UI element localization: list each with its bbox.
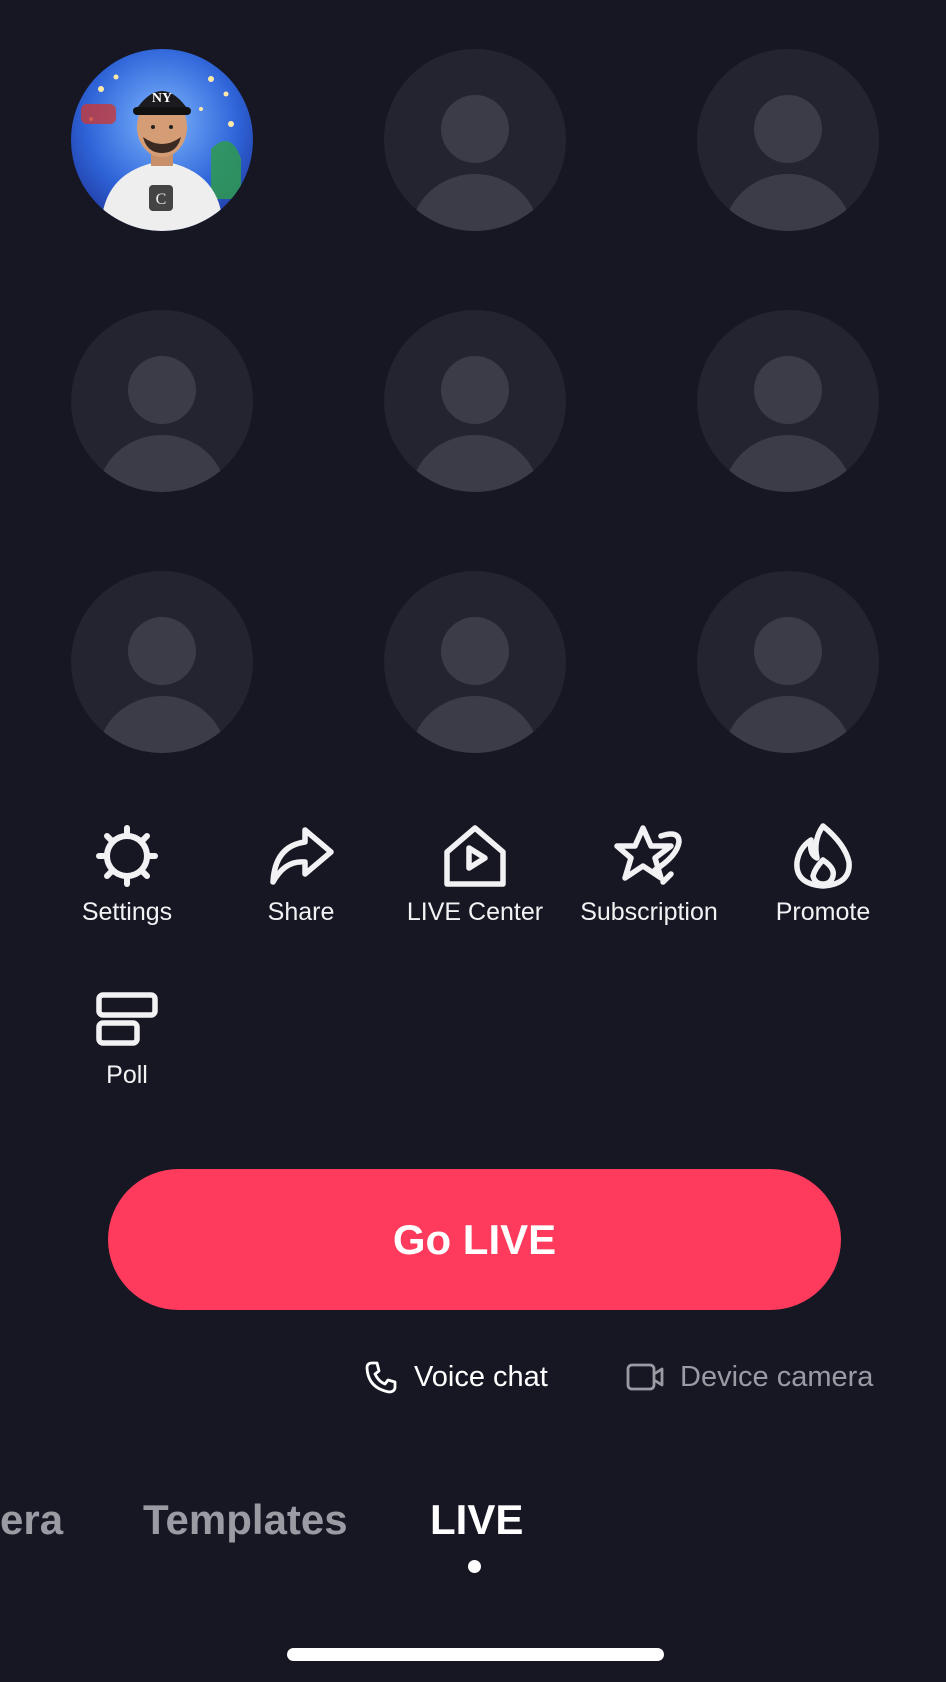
subscription-button[interactable]: Subscription [559,820,739,927]
gear-icon [96,825,158,887]
live-center-house-icon [444,825,506,887]
flame-icon [794,823,852,889]
go-live-button[interactable]: Go LIVE [108,1169,841,1310]
active-tab-indicator [468,1560,481,1573]
share-arrow-icon [270,827,334,885]
video-camera-icon [626,1363,664,1391]
device-camera-label: Device camera [680,1360,874,1393]
poll-label: Poll [106,1061,148,1089]
svg-text:NY: NY [152,91,172,106]
star-icon [614,825,682,885]
promote-label: Promote [775,898,871,926]
poll-button[interactable]: Poll [37,983,217,1090]
phone-icon [365,1361,397,1394]
host-avatar[interactable]: C NY [71,49,253,231]
empty-guest-slot[interactable] [697,310,879,492]
share-button[interactable]: Share [211,820,391,927]
live-center-button[interactable]: LIVE Center [385,820,565,927]
empty-guest-slot[interactable] [384,571,566,753]
device-camera-option[interactable]: Device camera [626,1352,873,1402]
empty-guest-slot[interactable] [384,310,566,492]
tab-templates[interactable]: Templates [143,1490,348,1550]
tab-live[interactable]: LIVE [430,1490,523,1550]
settings-button[interactable]: Settings [37,820,217,927]
svg-text:C: C [156,191,167,208]
settings-label: Settings [81,898,173,926]
voice-chat-label: Voice chat [414,1360,548,1393]
empty-guest-slot[interactable] [71,571,253,753]
share-label: Share [267,898,335,926]
empty-guest-slot[interactable] [384,49,566,231]
empty-guest-slot[interactable] [71,310,253,492]
poll-icon [96,992,158,1046]
empty-guest-slot[interactable] [697,49,879,231]
subscription-label: Subscription [580,898,718,926]
promote-button[interactable]: Promote [733,820,913,927]
live-center-label: LIVE Center [406,898,544,926]
tab-camera[interactable]: era [0,1490,63,1550]
voice-chat-option[interactable]: Voice chat [364,1352,548,1402]
home-indicator[interactable] [287,1648,664,1661]
empty-guest-slot[interactable] [697,571,879,753]
